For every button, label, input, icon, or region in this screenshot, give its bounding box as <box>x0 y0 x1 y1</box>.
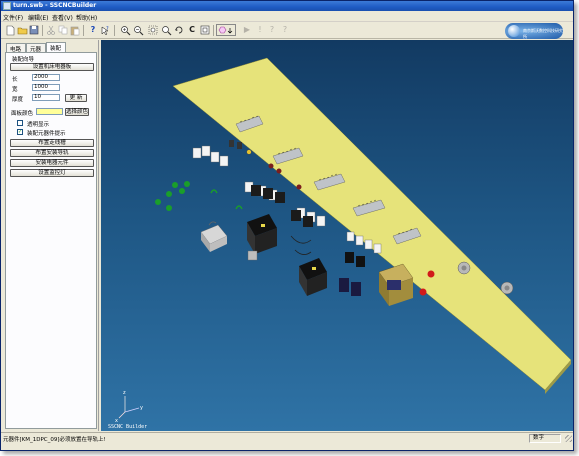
length-input[interactable]: 2000 <box>32 74 60 81</box>
tab-circuit[interactable]: 电路图 <box>6 43 26 61</box>
status-message: 元器件[KM_1DPC_09]必须放置在导轨上! <box>3 437 106 443</box>
zoom-window-icon[interactable] <box>147 24 159 36</box>
play-icon[interactable]: ▶ <box>241 24 253 36</box>
panel-scene: z y x <box>115 57 572 424</box>
viewport-caption: SSCNC Builder <box>108 424 148 430</box>
route-duct-button[interactable]: 布置走线槽 <box>10 139 94 147</box>
small-grey-cube[interactable] <box>247 250 258 261</box>
update-button[interactable]: 更 新 <box>65 94 87 102</box>
save-icon[interactable] <box>28 24 40 36</box>
width-label: 宽 <box>12 87 18 93</box>
zoom-fit-icon[interactable] <box>160 24 172 36</box>
logo-globe-icon <box>508 25 520 37</box>
open-folder-icon[interactable] <box>16 24 28 36</box>
transparent-checkbox[interactable] <box>17 120 23 126</box>
panel-color-swatch[interactable] <box>36 108 63 115</box>
rotate-icon[interactable] <box>173 24 185 36</box>
axis-triad: z y x <box>115 390 143 424</box>
contactor-2[interactable] <box>299 258 327 296</box>
hint-label: 装配元器件提示 <box>27 131 66 137</box>
green-buttons[interactable] <box>155 181 243 211</box>
screenshot-icon[interactable] <box>216 24 236 36</box>
3d-viewport[interactable]: z y x SSCNC Builder <box>101 40 573 431</box>
assembly-wizard-label: 装配向导 <box>12 57 35 63</box>
thickness-label: 厚度 <box>12 97 24 103</box>
status-bar: 元器件[KM_1DPC_09]必须放置在导轨上! 数字 <box>1 432 573 443</box>
next-icon[interactable]: ? <box>279 24 291 36</box>
contactor-1[interactable] <box>247 214 277 254</box>
install-rail-button[interactable]: 布置安装导轨 <box>10 149 94 157</box>
left-panel: 电路图 元器件 装配 装配向导 设置机床电器板 长 2000 宽 1000 厚度… <box>2 40 99 431</box>
zoom-in-icon[interactable] <box>119 24 131 36</box>
mounting-board <box>172 57 572 391</box>
svg-text:y: y <box>140 405 143 411</box>
application-window: turn.swb - SSCNCBuilder 文件(F) 编辑(E) 查看(V… <box>0 0 574 451</box>
menu-file[interactable]: 文件(F) <box>3 13 23 22</box>
menu-edit[interactable]: 编辑(E) <box>28 13 48 22</box>
wire-bundle <box>290 235 312 255</box>
motor-2[interactable] <box>500 281 514 295</box>
set-panel-button[interactable]: 设置机床电器板 <box>10 63 94 71</box>
copy-icon[interactable] <box>57 24 69 36</box>
choose-color-button[interactable]: 选择颜色 <box>65 108 89 116</box>
relay-cluster[interactable] <box>339 252 365 296</box>
length-label: 长 <box>12 77 18 83</box>
hint-checkbox[interactable]: ✓ <box>17 129 23 135</box>
panel-color-label: 面板颜色 <box>11 111 34 117</box>
breaker-group-1[interactable] <box>192 145 229 167</box>
paste-icon[interactable] <box>69 24 81 36</box>
app-icon <box>3 2 11 10</box>
logo-text: 南京斯沃数控科技研究所 <box>523 28 563 39</box>
title-bar[interactable]: turn.swb - SSCNCBuilder <box>1 1 573 11</box>
tab-components[interactable]: 元器件 <box>26 43 46 61</box>
relay-row-1[interactable] <box>251 185 285 203</box>
window-title: turn.swb - SSCNCBuilder <box>13 2 97 9</box>
menu-view[interactable]: 查看(V) <box>52 13 73 22</box>
status-mode: 数字 <box>529 434 561 443</box>
menu-help[interactable]: 帮助(H) <box>76 13 97 22</box>
thickness-input[interactable]: 10 <box>32 94 60 101</box>
company-logo: 南京斯沃数控科技研究所 <box>505 23 563 39</box>
assembly-tab-body: 装配向导 设置机床电器板 长 2000 宽 1000 厚度 10 更 新 面板颜… <box>5 52 97 429</box>
context-help-icon[interactable]: ? <box>99 24 111 36</box>
new-file-icon[interactable] <box>4 24 16 36</box>
resize-grip-icon[interactable] <box>565 435 572 442</box>
svg-text:?: ? <box>106 26 109 32</box>
menu-bar: 文件(F) 编辑(E) 查看(V) 帮助(H) <box>1 11 573 22</box>
transparent-label: 透明显示 <box>27 122 50 128</box>
toolbar: ? ? C ▶ ! ? ? <box>1 22 573 39</box>
tab-assembly[interactable]: 装配 <box>46 42 66 52</box>
cut-icon[interactable] <box>45 24 57 36</box>
view-icon[interactable] <box>199 24 211 36</box>
step-icon[interactable]: ! <box>254 24 266 36</box>
pan-icon[interactable]: C <box>186 24 198 36</box>
help-icon[interactable]: ? <box>87 24 99 36</box>
svg-text:z: z <box>123 390 126 396</box>
width-input[interactable]: 1000 <box>32 84 60 91</box>
grey-switch-box[interactable] <box>200 221 228 252</box>
zoom-out-icon[interactable] <box>132 24 144 36</box>
prev-icon[interactable]: ? <box>266 24 278 36</box>
set-monitor-light-button[interactable]: 设置监控灯 <box>10 169 94 177</box>
mount-components-button[interactable]: 安装电器元件 <box>10 159 94 167</box>
motor-1[interactable] <box>457 261 471 275</box>
